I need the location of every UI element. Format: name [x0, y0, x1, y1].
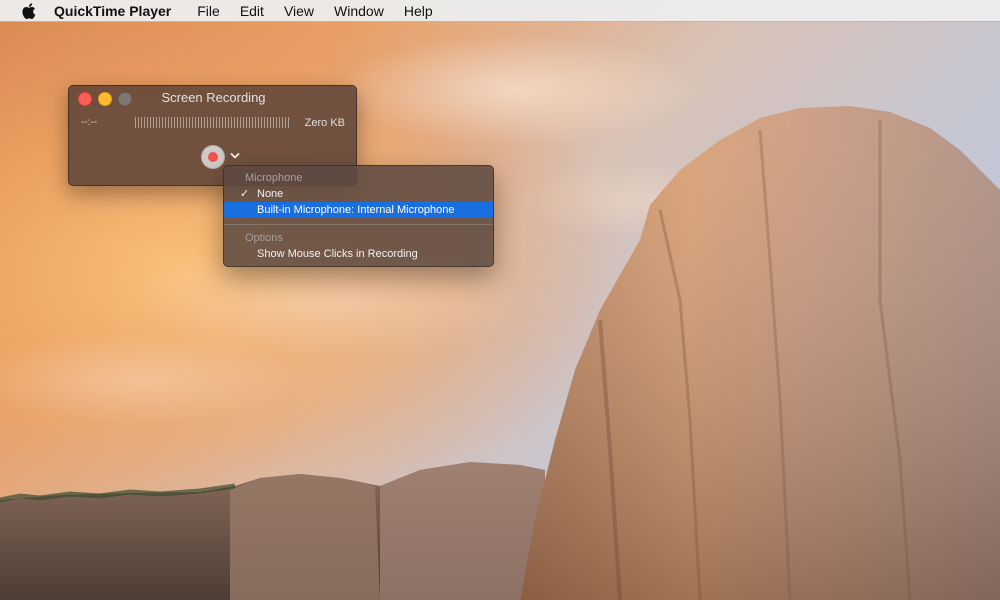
recording-options-menu: Microphone ✓ None Built-in Microphone: I… [223, 165, 494, 267]
menu-file[interactable]: File [187, 0, 230, 22]
menu-item-label: None [257, 188, 284, 200]
options-section-header: Options [245, 232, 283, 244]
apple-logo-icon[interactable] [20, 2, 36, 20]
audio-level-meter [135, 117, 291, 128]
menu-item-builtin-microphone[interactable]: Built-in Microphone: Internal Microphone [224, 202, 493, 218]
record-icon [208, 152, 218, 162]
microphone-section-header: Microphone [245, 172, 303, 184]
chevron-down-icon[interactable] [230, 152, 240, 160]
window-title: Screen Recording [161, 90, 266, 105]
checkmark-icon: ✓ [240, 188, 250, 200]
elapsed-time: --:-- [81, 117, 98, 128]
menu-view[interactable]: View [274, 0, 324, 22]
menu-help[interactable]: Help [394, 0, 443, 22]
menu-item-label: Show Mouse Clicks in Recording [257, 248, 418, 260]
menu-window[interactable]: Window [324, 0, 394, 22]
menu-separator [224, 224, 493, 225]
file-size: Zero KB [304, 117, 345, 129]
menu-item-label: Built-in Microphone: Internal Microphone [257, 204, 455, 216]
record-button[interactable] [201, 145, 225, 169]
menu-bar: QuickTime Player File Edit View Window H… [0, 0, 1000, 22]
menu-item-microphone-none[interactable]: ✓ None [224, 186, 493, 202]
menu-item-show-mouse-clicks[interactable]: Show Mouse Clicks in Recording [224, 246, 493, 262]
menu-app-name[interactable]: QuickTime Player [54, 0, 181, 22]
menu-edit[interactable]: Edit [230, 0, 274, 22]
